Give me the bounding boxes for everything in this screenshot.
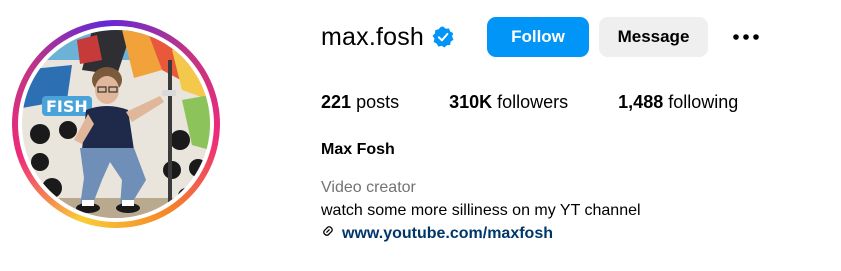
avatar-photo: FISH xyxy=(22,30,210,218)
link-icon xyxy=(321,224,335,243)
username: max.fosh xyxy=(321,22,425,51)
profile-link[interactable]: www.youtube.com/maxfosh xyxy=(321,224,553,243)
posts-count: 221 xyxy=(321,92,352,112)
followers-label: followers xyxy=(497,92,569,112)
more-options-icon[interactable] xyxy=(726,22,766,52)
message-button[interactable]: Message xyxy=(599,17,708,57)
bio-text: watch some more silliness on my YT chann… xyxy=(321,202,641,219)
followers-stat[interactable]: 310K followers xyxy=(449,92,568,113)
username-row: max.fosh xyxy=(321,16,454,58)
verified-badge-icon xyxy=(432,26,454,48)
following-label: following xyxy=(668,92,739,112)
followers-count: 310K xyxy=(449,92,493,112)
link-text[interactable]: www.youtube.com/maxfosh xyxy=(342,225,553,243)
profile-avatar-ring[interactable]: FISH xyxy=(12,20,220,228)
posts-stat: 221 posts xyxy=(321,92,399,113)
following-count: 1,488 xyxy=(618,92,664,112)
posts-label: posts xyxy=(356,92,400,112)
following-stat[interactable]: 1,488 following xyxy=(618,92,738,113)
svg-text:FISH: FISH xyxy=(46,97,88,116)
follow-button[interactable]: Follow xyxy=(487,17,589,57)
profile-stats: 221 posts 310K followers 1,488 following xyxy=(321,92,738,113)
full-name: Max Fosh xyxy=(321,141,395,158)
category-label: Video creator xyxy=(321,179,416,196)
profile-avatar[interactable]: FISH xyxy=(22,30,210,218)
